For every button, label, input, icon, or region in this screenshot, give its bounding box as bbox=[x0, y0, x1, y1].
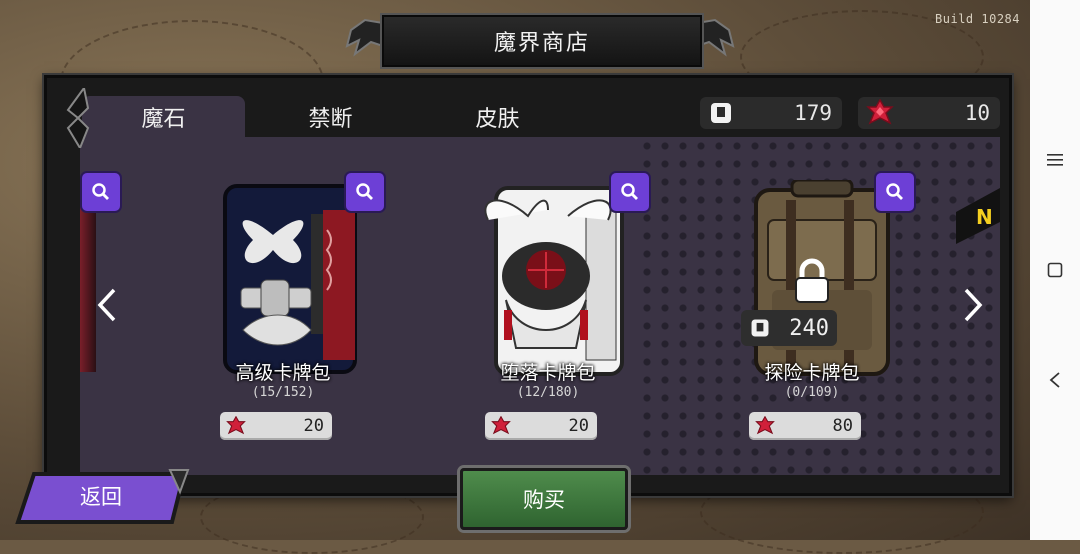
tab-forbidden[interactable]: 禁断 bbox=[249, 96, 412, 138]
pack-fallen[interactable]: 堕落卡牌包 (12/180) 20 bbox=[443, 172, 653, 447]
red-gem-icon bbox=[755, 416, 775, 435]
red-gem-icon bbox=[491, 416, 511, 435]
frame-ornament bbox=[66, 88, 90, 148]
gem-count: 10 bbox=[964, 101, 990, 125]
magnifier-icon bbox=[621, 183, 638, 200]
card-pack-count: 179 bbox=[794, 101, 832, 125]
pack-price: 20 bbox=[485, 412, 597, 440]
price-value: 80 bbox=[832, 416, 853, 436]
pack-progress: (15/152) bbox=[251, 385, 315, 400]
new-badge-text: N bbox=[976, 205, 993, 229]
zoom-button[interactable] bbox=[80, 171, 122, 213]
chevron-left-icon bbox=[97, 288, 116, 322]
pack-progress: (12/180) bbox=[516, 385, 580, 400]
price-value: 20 bbox=[303, 416, 324, 436]
chevron-right-icon bbox=[964, 288, 983, 322]
carousel-next-button[interactable] bbox=[958, 285, 988, 325]
pack-name: 高级卡牌包 bbox=[235, 362, 331, 384]
new-badge: N bbox=[956, 188, 1000, 244]
tab-bar: 魔石 禁断 皮肤 bbox=[82, 96, 583, 138]
pack-price: 80 bbox=[749, 412, 861, 440]
red-gem-icon bbox=[866, 99, 894, 125]
red-gem-icon bbox=[226, 416, 246, 435]
zoom-button[interactable] bbox=[344, 171, 386, 213]
pack-premium[interactable]: 高级卡牌包 (15/152) 20 bbox=[178, 172, 388, 447]
magnifier-icon bbox=[886, 183, 903, 200]
zoom-button[interactable] bbox=[609, 171, 651, 213]
tab-skins[interactable]: 皮肤 bbox=[416, 96, 579, 138]
fallen-pack-image bbox=[484, 186, 624, 376]
pack-adventure[interactable]: 240 探险卡牌包 (0/109) 80 bbox=[707, 172, 917, 447]
unlock-cost: 240 bbox=[741, 310, 837, 346]
magnifier-icon bbox=[356, 183, 373, 200]
menu-icon[interactable] bbox=[1045, 150, 1065, 170]
lock-icon bbox=[795, 258, 829, 303]
pack-progress: (0/109) bbox=[784, 385, 840, 400]
gem-currency: 10 bbox=[858, 97, 1000, 129]
card-pack-icon bbox=[751, 319, 769, 337]
build-label: Build 10284 bbox=[935, 12, 1020, 26]
zoom-button[interactable] bbox=[874, 171, 916, 213]
magnifier-icon bbox=[92, 183, 109, 200]
premium-pack-image bbox=[223, 184, 357, 374]
system-nav-bar bbox=[1030, 0, 1080, 540]
card-pack-icon bbox=[711, 103, 731, 123]
back-button[interactable]: 返回 bbox=[16, 470, 186, 522]
card-pack-currency: 179 bbox=[700, 97, 842, 129]
tab-demon-stone[interactable]: 魔石 bbox=[82, 96, 245, 138]
pack-name: 堕落卡牌包 bbox=[500, 362, 596, 384]
price-value: 20 bbox=[568, 416, 589, 436]
carousel-prev-button[interactable] bbox=[92, 285, 122, 325]
unlock-cost-value: 240 bbox=[789, 315, 829, 341]
home-square-icon[interactable] bbox=[1045, 260, 1065, 280]
back-triangle-icon[interactable] bbox=[1045, 370, 1065, 390]
shop-title: 魔界商店 bbox=[382, 15, 702, 67]
buy-button[interactable]: 购买 bbox=[460, 468, 628, 530]
pack-name: 探险卡牌包 bbox=[764, 362, 860, 384]
pack-price: 20 bbox=[220, 412, 332, 440]
